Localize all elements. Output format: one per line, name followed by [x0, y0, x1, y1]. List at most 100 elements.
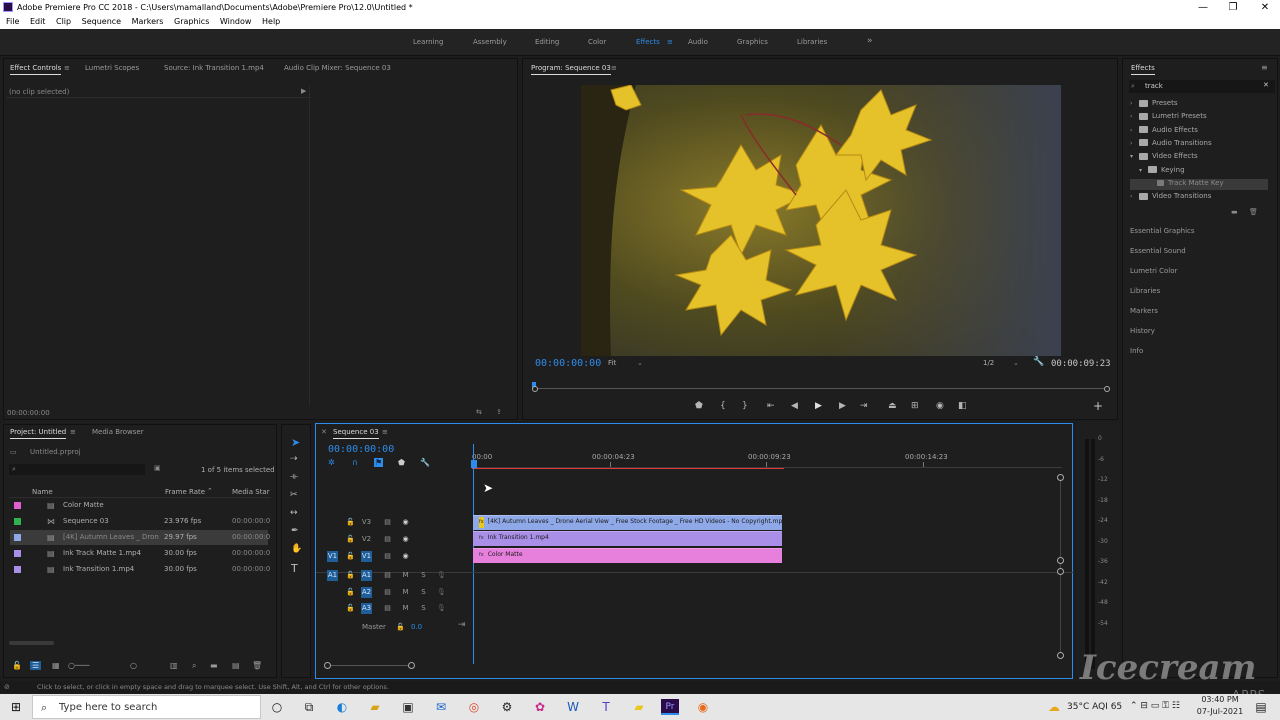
effects-search-input[interactable]: track: [1145, 82, 1163, 90]
tab-audio-clip-mixer[interactable]: Audio Clip Mixer: Sequence 03: [284, 64, 391, 72]
windows-start-icon[interactable]: ⊞: [8, 699, 24, 715]
collapsed-panel-libraries[interactable]: Libraries: [1130, 287, 1160, 295]
menu-sequence[interactable]: Sequence: [82, 15, 121, 29]
step-forward-icon[interactable]: ▶: [839, 401, 846, 411]
zoom-max-icon[interactable]: ○: [130, 661, 137, 670]
program-scrubber[interactable]: [532, 382, 1110, 392]
tab-source[interactable]: Source: Ink Transition 1.mp4: [164, 64, 264, 72]
expand-arrow-icon[interactable]: ▶: [301, 87, 306, 95]
clock-date[interactable]: 07-Jul-2021: [1196, 707, 1244, 716]
restore-button[interactable]: ❐: [1218, 0, 1248, 15]
effects-tree-item[interactable]: Track Matte Key: [1130, 178, 1268, 190]
collapsed-panel-essential-graphics[interactable]: Essential Graphics: [1130, 227, 1195, 235]
new-bin-icon[interactable]: ▬: [210, 661, 218, 670]
expand-arrow-icon[interactable]: ›: [1130, 127, 1139, 134]
track-select-tool-icon[interactable]: ⇢: [290, 454, 298, 464]
step-back-icon[interactable]: ◀: [791, 401, 798, 411]
source-patch-a1[interactable]: A1: [327, 570, 338, 581]
sync-lock-icon[interactable]: ▤: [382, 534, 393, 545]
expand-arrow-icon[interactable]: ›: [1130, 140, 1139, 147]
new-bin-icon[interactable]: ▬: [1231, 208, 1238, 216]
project-search-input[interactable]: ⌕: [9, 464, 145, 475]
project-item-row[interactable]: ▤ Ink Transition 1.mp4 30.00 fps 00:00:00:0: [10, 562, 270, 577]
track-lock-icon[interactable]: 🔓: [345, 570, 356, 581]
resolution-dropdown[interactable]: 1/2: [983, 359, 994, 367]
weather-text[interactable]: 35°C AQI 65: [1067, 702, 1122, 712]
sticky-notes-icon[interactable]: ▰: [631, 699, 647, 715]
store-icon[interactable]: ▣: [400, 699, 416, 715]
effects-tree-item[interactable]: › Video Transitions: [1130, 192, 1268, 203]
expand-arrow-icon[interactable]: ›: [1130, 113, 1139, 120]
tab-media-browser[interactable]: Media Browser: [92, 428, 144, 436]
solo-track-icon[interactable]: S: [418, 587, 429, 598]
recorder-icon[interactable]: ◉: [695, 699, 711, 715]
workspace-audio[interactable]: Audio: [688, 38, 708, 46]
linked-selection-icon[interactable]: ⚑: [374, 458, 384, 467]
workspace-assembly[interactable]: Assembly: [473, 38, 507, 46]
tab-menu-icon[interactable]: ≡: [64, 64, 70, 72]
timeline-clip[interactable]: fx [4K] Autumn Leaves _ Drone Aerial View…: [473, 515, 782, 530]
expand-arrow-icon[interactable]: ›: [1130, 193, 1139, 200]
workspace-effects[interactable]: Effects: [636, 38, 660, 46]
timeline-clip[interactable]: fx Color Matte: [473, 548, 782, 563]
go-to-in-icon[interactable]: ⇤: [767, 401, 775, 411]
label-color-swatch[interactable]: [14, 566, 21, 573]
master-lock-icon[interactable]: 🔓: [396, 623, 405, 631]
icon-view-icon[interactable]: ▦: [52, 661, 60, 670]
tab-effect-controls[interactable]: Effect Controls: [10, 64, 62, 75]
clear-icon[interactable]: 🗑: [252, 661, 262, 670]
mute-track-icon[interactable]: M: [400, 603, 411, 614]
lift-icon[interactable]: ⏏: [888, 401, 897, 411]
track-target-v3[interactable]: V3: [361, 517, 372, 528]
label-color-swatch[interactable]: [14, 518, 21, 525]
compare-view-icon[interactable]: ◧: [958, 401, 967, 411]
effects-tree-item[interactable]: › Audio Transitions: [1130, 139, 1268, 150]
clear-search-icon[interactable]: ✕: [1263, 81, 1269, 89]
sync-lock-icon[interactable]: ▤: [382, 587, 393, 598]
tray-icons[interactable]: ⌃ ⊟ ▭ ⚿ ☷: [1130, 701, 1180, 711]
menu-help[interactable]: Help: [262, 15, 280, 29]
mute-track-icon[interactable]: M: [400, 587, 411, 598]
add-marker-icon[interactable]: ⬟: [398, 458, 405, 467]
lock-icon[interactable]: 🔓: [12, 661, 22, 670]
resolution-chevron-icon[interactable]: ⌄: [1013, 359, 1019, 367]
export-frame-icon[interactable]: ◉: [936, 401, 944, 411]
sync-lock-icon[interactable]: ▤: [382, 570, 393, 581]
column-name[interactable]: Name: [32, 488, 53, 496]
tab-program[interactable]: Program: Sequence 03: [531, 64, 611, 75]
menu-file[interactable]: File: [6, 15, 19, 29]
effects-search[interactable]: ⌕ track ✕: [1129, 80, 1275, 93]
voiceover-mic-icon[interactable]: 🎙: [436, 570, 447, 581]
add-button-icon[interactable]: +: [1093, 399, 1103, 413]
fit-chevron-icon[interactable]: ⌄: [637, 359, 643, 367]
track-visibility-eye-icon[interactable]: ◉: [400, 534, 411, 545]
track-target-a1[interactable]: A1: [361, 570, 372, 581]
hand-tool-icon[interactable]: ✋: [291, 544, 302, 554]
file-explorer-icon[interactable]: ▰: [367, 699, 383, 715]
new-search-bin-icon[interactable]: ▣: [154, 464, 161, 472]
slip-tool-icon[interactable]: ↔: [290, 508, 298, 518]
timeline-settings-icon[interactable]: 🔧: [420, 458, 430, 467]
type-tool-icon[interactable]: T: [291, 562, 298, 575]
chrome-icon[interactable]: ◎: [466, 699, 482, 715]
project-item-row[interactable]: ▤ [4K] Autumn Leaves _ Dron 29.97 fps 00:00…: [10, 530, 270, 545]
timeline-vertical-scrollbar[interactable]: [1057, 474, 1064, 659]
workspace-learning[interactable]: Learning: [413, 38, 443, 46]
cortana-icon[interactable]: ○: [269, 699, 285, 715]
project-scrollbar[interactable]: [9, 641, 54, 645]
fit-dropdown[interactable]: Fit: [608, 359, 616, 367]
menu-clip[interactable]: Clip: [56, 15, 71, 29]
timeline-clip[interactable]: fx Ink Transition 1.mp4: [473, 531, 782, 546]
ripple-edit-tool-icon[interactable]: ⟛: [290, 472, 298, 482]
tab-sequence[interactable]: Sequence 03: [333, 428, 379, 439]
track-visibility-eye-icon[interactable]: ◉: [400, 551, 411, 562]
clock-time[interactable]: 03:40 PM: [1198, 695, 1242, 704]
premiere-taskbar-icon[interactable]: Pr: [661, 699, 679, 715]
nest-icon[interactable]: ✲: [328, 458, 335, 467]
find-icon[interactable]: ⌕: [192, 661, 196, 671]
track-lock-icon[interactable]: 🔓: [345, 603, 356, 614]
playhead-handle[interactable]: [471, 460, 477, 468]
sync-lock-icon[interactable]: ▤: [382, 517, 393, 528]
track-lock-icon[interactable]: 🔓: [345, 534, 356, 545]
zoom-slider-icon[interactable]: ○───: [68, 661, 89, 670]
